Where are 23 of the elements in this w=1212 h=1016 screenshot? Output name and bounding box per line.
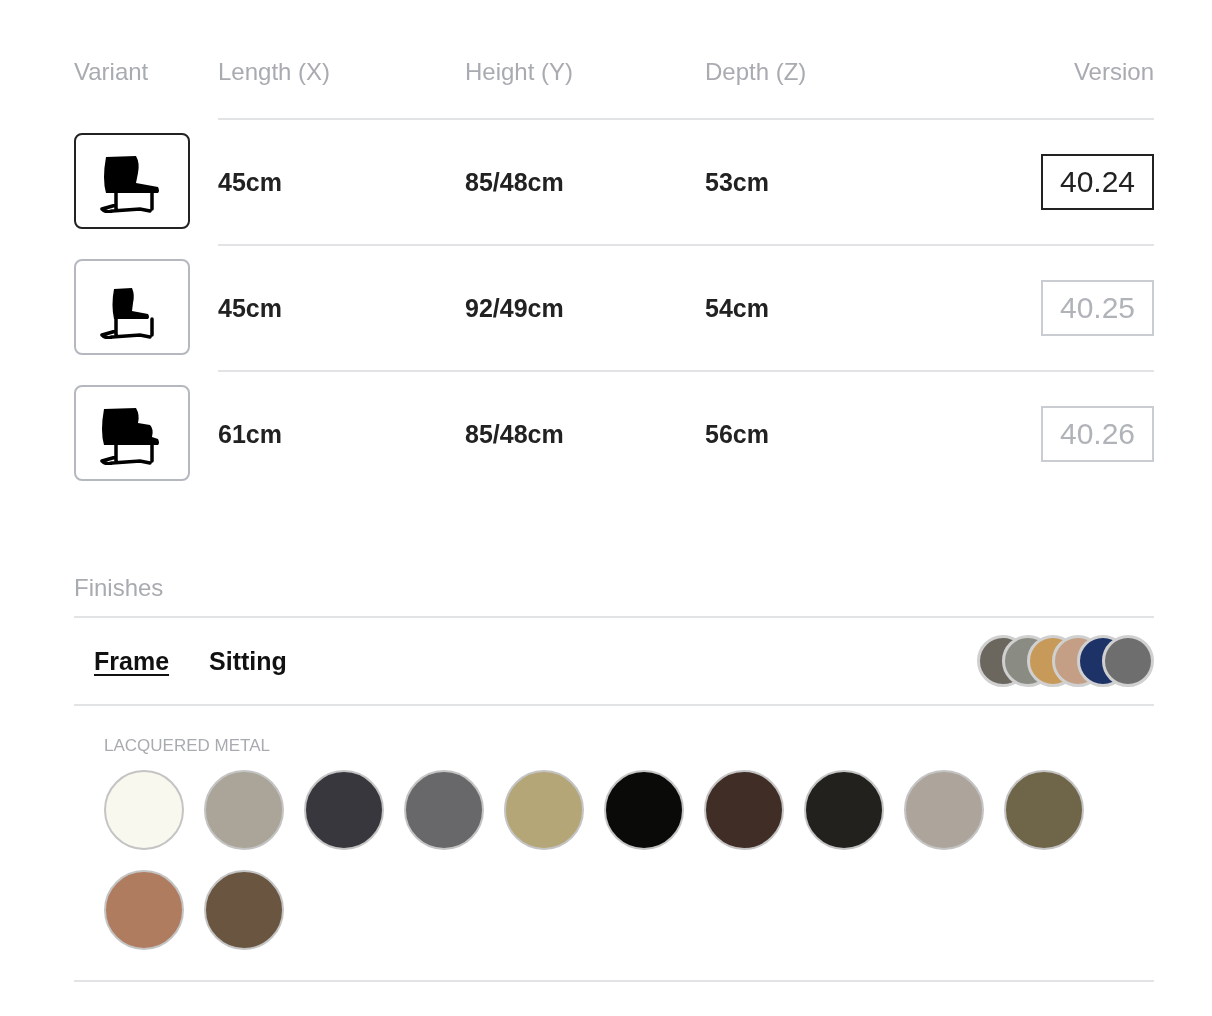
tab[interactable]: Sitting: [209, 646, 287, 676]
column-header: Length (X): [218, 58, 332, 86]
table-cell-text: 45cm: [218, 167, 283, 197]
column-header: Version: [1072, 58, 1154, 86]
variant-button[interactable]: [74, 133, 190, 229]
table-cell-text: 61cm: [218, 419, 283, 449]
column-header: Height (Y): [465, 58, 575, 86]
variant-button[interactable]: [74, 259, 190, 355]
table-cell-text: 54cm: [705, 293, 770, 323]
version-button[interactable]: 40.24: [1041, 154, 1154, 210]
table-cell-text: 53cm: [705, 167, 770, 197]
table-cell-text: 85/48cm: [465, 419, 565, 449]
table-cell-text: 56cm: [705, 419, 770, 449]
group-label: LACQUERED METAL: [104, 736, 271, 756]
table-cell-text: 45cm: [218, 293, 283, 323]
column-header: Depth (Z): [705, 58, 808, 86]
section-title: Finishes: [74, 574, 1154, 618]
variant-button[interactable]: [74, 385, 190, 481]
tab[interactable]: Frame: [94, 646, 170, 676]
table-cell-text: 85/48cm: [465, 167, 565, 197]
column-header: Variant: [74, 58, 150, 86]
table-cell-text: 92/49cm: [465, 293, 565, 323]
swatch-stack[interactable]: [977, 635, 1154, 687]
